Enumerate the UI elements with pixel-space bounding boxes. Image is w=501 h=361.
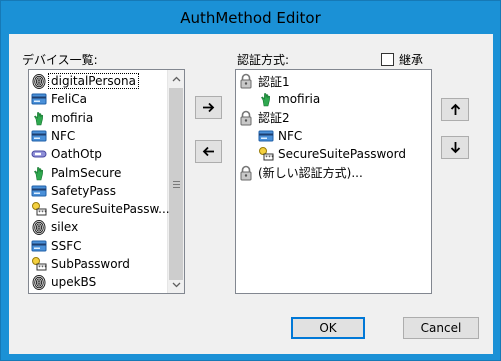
device-list-item[interactable]: SafetyPass — [31, 182, 116, 200]
window-title: AuthMethod Editor — [180, 8, 321, 27]
password-key-icon: *** — [31, 256, 47, 272]
device-list-label: デバイス一覧: — [22, 53, 98, 67]
inherit-label: 継承 — [399, 53, 424, 67]
scrollbar-grip-icon — [172, 180, 180, 188]
device-list-scrollbar[interactable] — [167, 70, 184, 293]
auth-device-node[interactable]: mofiria — [258, 90, 320, 108]
fingerprint-icon — [31, 219, 47, 236]
device-list-item-label: digitalPersona — [48, 73, 139, 89]
fingerprint-icon — [31, 73, 47, 89]
ok-button[interactable]: OK — [291, 317, 365, 339]
device-list-item-label: upekBS — [51, 275, 97, 290]
device-list-item[interactable]: *** SubPassword — [31, 255, 130, 273]
up-arrow-icon — [450, 103, 460, 115]
dialog-client-area: デバイス一覧: digitalPersona FeliCa mofiria NFC Oa… — [9, 34, 493, 354]
device-list-item-label: SecureSuitePassw... — [51, 202, 170, 217]
svg-text:***: *** — [38, 265, 47, 271]
lock-icon — [238, 110, 254, 126]
add-method-button[interactable] — [195, 96, 222, 119]
device-list-item[interactable]: SSFC — [31, 237, 82, 255]
device-list-item[interactable]: digitalPersona — [31, 72, 139, 90]
device-list-item[interactable]: PalmSecure — [31, 164, 121, 182]
hand-icon — [31, 165, 47, 181]
right-arrow-icon — [203, 102, 215, 113]
password-key-icon: *** — [258, 146, 274, 162]
device-list-item-label: mofiria — [51, 110, 94, 125]
move-up-button[interactable] — [441, 98, 469, 121]
scroll-down-arrow-icon[interactable] — [168, 276, 184, 293]
move-down-button[interactable] — [441, 136, 469, 159]
auth-device-node[interactable]: NFC — [258, 127, 302, 145]
device-list-item-label: OathOtp — [51, 147, 102, 162]
auth-method-node[interactable]: (新しい認証方式)... — [238, 164, 363, 182]
card-icon — [31, 183, 47, 199]
device-list-item-label: PalmSecure — [51, 165, 122, 180]
scrollbar-thumb[interactable] — [169, 88, 183, 280]
authmethod-editor-window: AuthMethod Editor デバイス一覧: digitalPersona… — [0, 0, 501, 361]
card-icon — [31, 238, 47, 254]
down-arrow-icon — [450, 142, 460, 154]
device-list-item-label: FeliCa — [51, 92, 88, 107]
device-list-item-label: silex — [51, 220, 79, 235]
token-icon — [31, 146, 47, 162]
device-list-item[interactable]: FeliCa — [31, 90, 87, 108]
device-list[interactable]: digitalPersona FeliCa mofiria NFC OathOtp Pal… — [28, 69, 185, 294]
auth-method-node[interactable]: 認証1 — [238, 72, 290, 90]
fingerprint-icon — [31, 274, 47, 291]
card-icon — [31, 91, 47, 107]
svg-text:***: *** — [265, 155, 274, 161]
tree-node-label: 認証2 — [258, 111, 290, 126]
hand-icon — [258, 91, 274, 107]
device-list-item[interactable]: silex — [31, 218, 78, 236]
device-list-item[interactable]: mofiria — [31, 109, 93, 127]
device-list-item[interactable]: upekBS — [31, 273, 96, 291]
auth-device-node[interactable]: *** SecureSuitePassword — [258, 145, 406, 163]
auth-method-node[interactable]: 認証2 — [238, 109, 290, 127]
hand-icon — [31, 110, 47, 126]
auth-method-tree[interactable]: 認証1 mofiria 認証2 NFC *** SecureSuitePassword (新… — [235, 69, 432, 294]
left-arrow-icon — [202, 146, 214, 157]
card-icon — [258, 128, 274, 144]
device-list-item[interactable]: *** SecureSuitePassw... — [31, 200, 170, 218]
title-bar[interactable]: AuthMethod Editor — [1, 1, 500, 34]
device-list-item[interactable]: NFC — [31, 127, 75, 145]
lock-icon — [238, 73, 254, 89]
device-list-item-label: SafetyPass — [51, 183, 116, 198]
tree-node-label: (新しい認証方式)... — [258, 166, 363, 180]
inherit-checkbox[interactable] — [381, 53, 394, 66]
svg-text:***: *** — [38, 210, 47, 216]
card-icon — [31, 128, 47, 144]
tree-node-label: SecureSuitePassword — [278, 147, 406, 162]
cancel-button[interactable]: Cancel — [403, 317, 479, 339]
device-list-item[interactable]: OathOtp — [31, 145, 102, 163]
device-list-item-label: SubPassword — [51, 257, 130, 271]
tree-node-label: NFC — [278, 128, 303, 143]
remove-method-button[interactable] — [195, 140, 222, 163]
tree-node-label: 認証1 — [258, 74, 290, 89]
password-key-icon: *** — [31, 201, 47, 217]
tree-node-label: mofiria — [278, 92, 321, 107]
scroll-up-arrow-icon[interactable] — [168, 70, 184, 87]
device-list-item-label: NFC — [51, 128, 76, 143]
device-list-item-label: SSFC — [51, 238, 82, 253]
lock-icon — [238, 165, 254, 181]
auth-methods-label: 認証方式: — [237, 53, 290, 67]
